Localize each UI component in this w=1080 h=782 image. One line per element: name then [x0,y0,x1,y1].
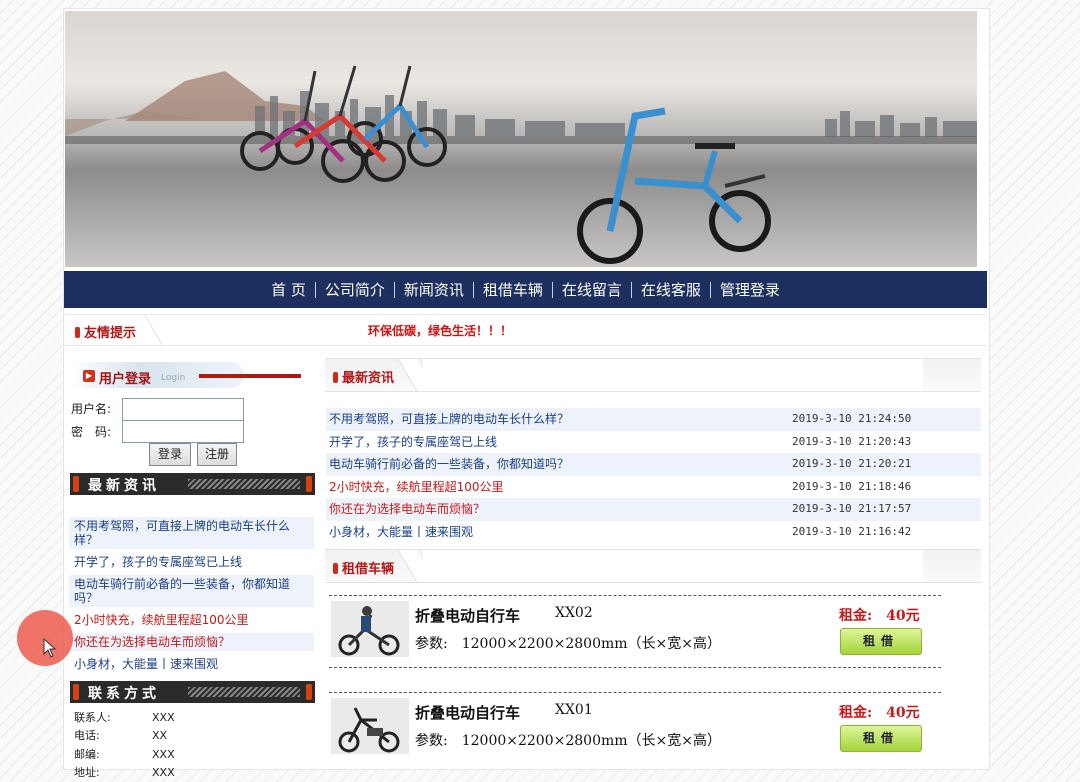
bike-name: 折叠电动自行车 [415,704,521,722]
table-row[interactable]: 小身材，大能量丨速来围观 2019-3-10 21:16:42 [326,521,981,544]
nav-support[interactable]: 在线客服 [632,279,710,300]
hero-banner [65,11,977,267]
rental-card: 折叠电动自行车 XX02 参数: 12000×2200×2800mm（长×宽×高… [329,591,941,669]
contact-row: 联系人: XXX [74,711,175,724]
left-news-list: 不用考驾照，可直接上牌的电动车长什么样？ 开学了，孩子的专属座驾已上线 电动车骑… [69,517,314,673]
table-row[interactable]: 不用考驾照，可直接上牌的电动车长什么样？ 2019-3-10 21:24:50 [326,408,981,431]
page-container: 首 页 公司简介 新闻资讯 租借车辆 在线留言 在线客服 管理登录 友情提示 环… [63,8,990,779]
list-item[interactable]: 不用考驾照，可直接上牌的电动车长什么样？ [69,517,314,549]
tip-divider [144,315,181,345]
bike-params: 参数: 12000×2200×2800mm（长×宽×高） [415,636,721,652]
table-row[interactable]: 2小时快充，续航里程超100公里 2019-3-10 21:18:46 [326,476,981,499]
contact-row: 邮编: XXX [74,747,175,761]
contact-title: 联系方式 [88,686,160,702]
main-nav: 首 页 公司简介 新闻资讯 租借车辆 在线留言 在线客服 管理登录 [64,271,987,308]
bike-price: 租金: 40元 [839,608,920,624]
rental-header: 租借车辆 [325,549,981,583]
list-item[interactable]: 开学了，孩子的专属座驾已上线 [69,553,314,571]
rental-card: 折叠电动自行车 XX01 参数: 12000×2200×2800mm（长×宽×高… [329,688,941,766]
main-news-header: 最新资讯 [325,358,981,392]
cursor-highlight [17,610,73,666]
login-header-rule [199,374,301,378]
main-news-title: 最新资讯 [333,367,394,386]
bike-code: XX01 [555,702,593,718]
mouse-pointer-icon [43,638,57,658]
bike-price: 租金: 40元 [839,705,920,721]
nav-home[interactable]: 首 页 [262,279,315,300]
arrow-right-icon: ▶ [83,370,95,382]
contact-row: 电话: XX [74,729,168,743]
login-button[interactable]: 登录 [149,443,191,466]
left-news-title: 最新资讯 [88,478,160,494]
tip-label: 友情提示 [75,322,136,341]
list-item[interactable]: 小身材，大能量丨速来围观 [69,655,314,673]
register-button[interactable]: 注册 [197,443,237,466]
nav-about[interactable]: 公司简介 [316,279,394,300]
table-row[interactable]: 开学了，孩子的专属座驾已上线 2019-3-10 21:20:43 [326,431,981,454]
main-news-list: 不用考驾照，可直接上牌的电动车长什么样？ 2019-3-10 21:24:50 开… [326,408,981,543]
tip-marquee-text: 环保低碳，绿色生活！！！ [368,324,513,338]
contact-header: 联系方式 [70,681,315,703]
contact-info: 联系人: XXX 电话: XX 邮编: XXX 地址: XXX [74,709,175,782]
contact-row: 地址: XXX [74,765,175,779]
tip-bar: 友情提示 环保低碳，绿色生活！！！ [65,314,987,346]
bike-thumbnail [331,698,409,754]
login-title: 用户登录 [99,372,152,387]
login-header: ▶ 用户登录 Login [69,360,315,390]
username-input[interactable] [122,398,244,421]
username-label: 用户名: [71,402,112,416]
login-subtitle: Login [161,373,186,383]
rent-button[interactable]: 租借 [840,725,922,752]
rent-button[interactable]: 租借 [840,628,922,655]
bike-params: 参数: 12000×2200×2800mm（长×宽×高） [415,733,721,749]
password-label: 密 码: [71,425,112,439]
list-item[interactable]: 2小时快充，续航里程超100公里 [69,611,314,629]
bike-code: XX02 [555,605,593,621]
banner-illustration [65,65,977,264]
bike-name: 折叠电动自行车 [415,607,521,625]
table-row[interactable]: 你还在为选择电动车而烦恼？ 2019-3-10 21:17:57 [326,498,981,521]
list-item[interactable]: 电动车骑行前必备的一些装备，你都知道吗？ [69,575,314,607]
bike-thumbnail [331,601,409,657]
nav-message[interactable]: 在线留言 [553,279,631,300]
nav-news[interactable]: 新闻资讯 [395,279,473,300]
password-input[interactable] [122,420,244,443]
list-item[interactable]: 你还在为选择电动车而烦恼？ [69,633,314,651]
nav-admin-login[interactable]: 管理登录 [711,279,789,300]
left-news-header: 最新资讯 [70,473,315,495]
nav-rental[interactable]: 租借车辆 [474,279,552,300]
rental-title: 租借车辆 [333,558,394,577]
table-row[interactable]: 电动车骑行前必备的一些装备，你都知道吗？ 2019-3-10 21:20:21 [326,453,981,476]
